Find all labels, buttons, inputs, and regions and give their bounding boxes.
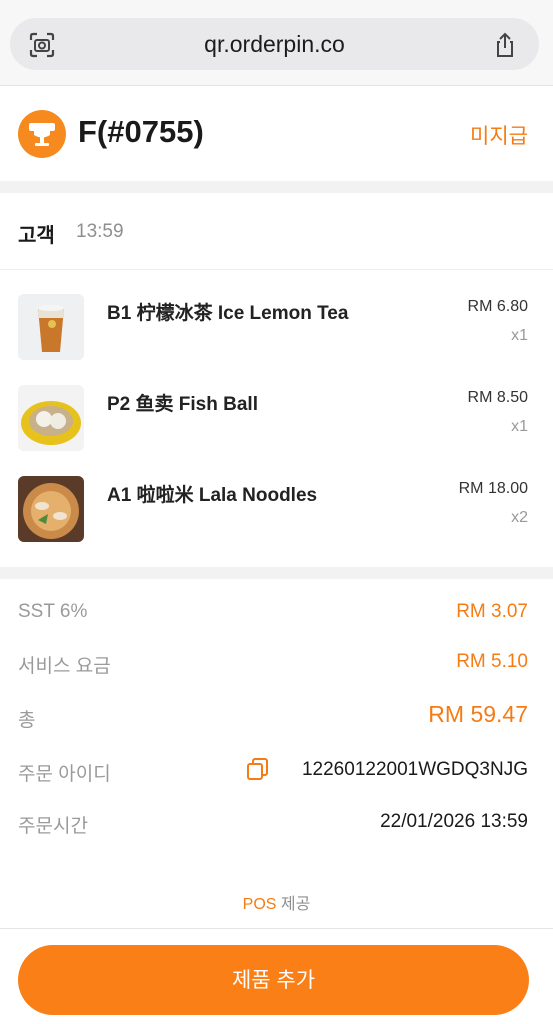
- item-price: RM 18.00: [458, 480, 528, 497]
- customer-time: 13:59: [76, 221, 124, 242]
- table-number: F(#0755): [78, 114, 204, 149]
- browser-bar: qr.orderpin.co: [0, 0, 553, 86]
- service-charge-row: 서비스 요금 RM 5.10: [18, 647, 528, 681]
- sst-label: SST 6%: [18, 601, 88, 622]
- order-header: F(#0755) 미지급: [0, 86, 553, 181]
- item-price: RM 8.50: [467, 389, 528, 406]
- lala-noodles-photo: [18, 476, 84, 542]
- provided-label: 제공: [280, 896, 311, 913]
- share-icon[interactable]: [491, 31, 519, 59]
- restaurant-logo: [18, 110, 66, 158]
- total-label: 총: [18, 710, 36, 731]
- order-time-label: 주문시간: [18, 816, 88, 837]
- order-id-value: 12260122001WGDQ3NJG: [301, 759, 528, 780]
- fish-ball-photo: [18, 385, 84, 451]
- iced-lemon-tea-photo: [18, 294, 84, 360]
- customer-label: 고객: [18, 225, 55, 247]
- bottom-bar: 제품 추가: [0, 928, 553, 1024]
- item-name: A1 啦啦米 Lala Noodles: [107, 485, 318, 506]
- item-quantity: x1: [511, 327, 528, 344]
- order-time-value: 22/01/2026 13:59: [380, 811, 528, 832]
- powered-by: POS 제공: [0, 890, 553, 914]
- item-name: B1 柠檬冰茶 Ice Lemon Tea: [107, 303, 349, 324]
- address-bar[interactable]: qr.orderpin.co: [10, 18, 539, 70]
- sst-value: RM 3.07: [456, 601, 528, 622]
- total-value: RM 59.47: [428, 701, 528, 727]
- url-text[interactable]: qr.orderpin.co: [10, 31, 539, 58]
- copy-icon[interactable]: [246, 757, 270, 786]
- section-divider: [0, 181, 553, 193]
- item-price: RM 6.80: [467, 298, 528, 315]
- order-id-row: 주문 아이디 12260122001WGDQ3NJG: [18, 755, 528, 789]
- service-charge-label: 서비스 요금: [18, 656, 111, 677]
- item-quantity: x2: [511, 509, 528, 526]
- customer-row: 고객 13:59: [0, 193, 553, 270]
- list-item: A1 啦啦米 Lala Noodles RM 18.00 x2: [0, 476, 553, 546]
- item-quantity: x1: [511, 418, 528, 435]
- order-items: B1 柠檬冰茶 Ice Lemon Tea RM 6.80 x1 P2 鱼卖 F…: [0, 270, 553, 567]
- list-item: P2 鱼卖 Fish Ball RM 8.50 x1: [0, 385, 553, 455]
- order-summary: SST 6% RM 3.07 서비스 요금 RM 5.10 총 RM 59.47…: [0, 579, 553, 939]
- item-name: P2 鱼卖 Fish Ball: [107, 394, 258, 415]
- order-time-row: 주문시간 22/01/2026 13:59: [18, 807, 528, 841]
- payment-status: 미지급: [470, 125, 528, 148]
- order-id-label: 주문 아이디: [18, 764, 111, 785]
- list-item: B1 柠檬冰茶 Ice Lemon Tea RM 6.80 x1: [0, 294, 553, 364]
- add-product-button[interactable]: 제품 추가: [18, 945, 529, 1015]
- sst-row: SST 6% RM 3.07: [18, 597, 528, 631]
- restaurant-table-icon: [29, 123, 55, 146]
- total-row: 총 RM 59.47: [18, 701, 528, 735]
- section-divider: [0, 567, 553, 579]
- pos-link[interactable]: POS: [243, 896, 277, 913]
- service-charge-value: RM 5.10: [456, 651, 528, 672]
